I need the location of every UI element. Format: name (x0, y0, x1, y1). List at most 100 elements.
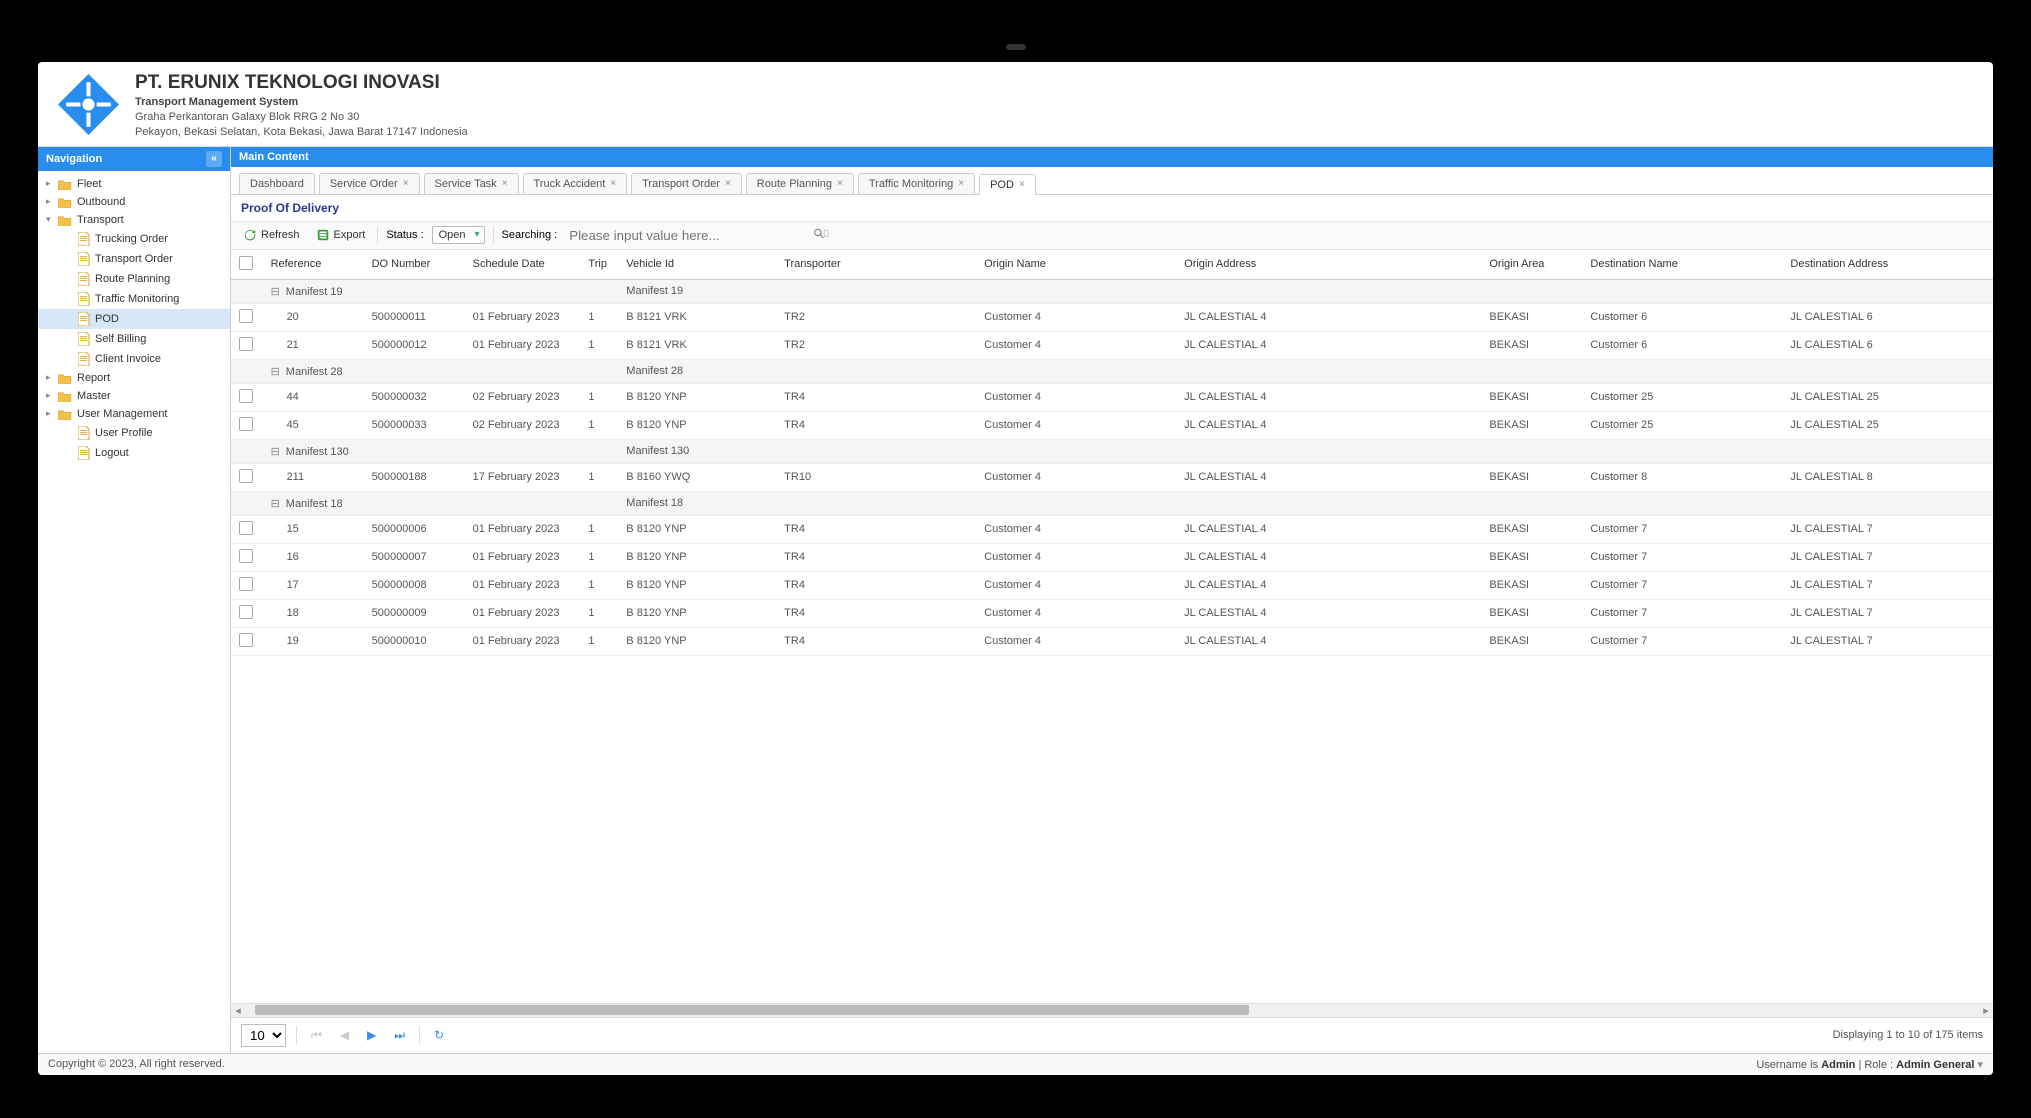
refresh-label: Refresh (261, 229, 300, 241)
column-header[interactable]: Origin Name (976, 250, 1176, 280)
tab-close-icon[interactable]: × (958, 178, 964, 189)
nav-item-fleet[interactable]: ▸Fleet (38, 175, 230, 193)
column-header[interactable]: Transporter (776, 250, 976, 280)
table-row[interactable]: 1550000000601 February 20231B 8120 YNPTR… (231, 515, 1993, 543)
row-checkbox[interactable] (239, 549, 253, 563)
tab-pod[interactable]: POD× (979, 174, 1036, 195)
nav-title: Navigation (46, 153, 102, 165)
footer-dropdown-icon[interactable]: ▾ (1977, 1059, 1983, 1071)
column-header[interactable]: DO Number (364, 250, 465, 280)
tab-dashboard[interactable]: Dashboard (239, 173, 315, 194)
address-line-2: Pekayon, Bekasi Selatan, Kota Bekasi, Ja… (135, 126, 468, 138)
pager-next-button[interactable]: ▶ (363, 1028, 380, 1042)
column-header[interactable]: Reference (263, 250, 364, 280)
select-all-checkbox[interactable] (239, 256, 253, 270)
refresh-button[interactable]: Refresh (239, 226, 304, 244)
column-header[interactable]: Destination Name (1582, 250, 1782, 280)
column-header[interactable]: Origin Area (1481, 250, 1582, 280)
nav-item-transport-order[interactable]: Transport Order (38, 249, 230, 269)
column-header[interactable]: Destination Address (1782, 250, 1993, 280)
nav-item-user-profile[interactable]: User Profile (38, 423, 230, 443)
scroll-left-arrow[interactable]: ◂ (231, 1004, 245, 1017)
group-row[interactable]: ⊟Manifest 19Manifest 19 (231, 279, 1993, 303)
row-checkbox[interactable] (239, 417, 253, 431)
expander-icon[interactable]: ▸ (46, 372, 56, 383)
tab-service-task[interactable]: Service Task× (424, 173, 519, 194)
column-header[interactable]: Origin Address (1176, 250, 1481, 280)
row-checkbox[interactable] (239, 337, 253, 351)
nav-item-route-planning[interactable]: Route Planning (38, 269, 230, 289)
tab-close-icon[interactable]: × (725, 178, 731, 189)
row-checkbox[interactable] (239, 577, 253, 591)
group-collapse-icon[interactable]: ⊟ (271, 498, 280, 510)
expander-icon[interactable]: ▸ (46, 408, 56, 419)
column-header[interactable]: Trip (580, 250, 618, 280)
tab-close-icon[interactable]: × (1019, 179, 1025, 190)
tab-close-icon[interactable]: × (837, 178, 843, 189)
group-row[interactable]: ⊟Manifest 28Manifest 28 (231, 359, 1993, 383)
nav-item-self-billing[interactable]: Self Billing (38, 329, 230, 349)
search-input[interactable] (565, 226, 805, 245)
scroll-right-arrow[interactable]: ▸ (1979, 1004, 1993, 1017)
nav-item-user-management[interactable]: ▸User Management (38, 405, 230, 423)
group-row[interactable]: ⊟Manifest 18Manifest 18 (231, 491, 1993, 515)
column-header[interactable]: Schedule Date (465, 250, 581, 280)
table-row[interactable]: 2150000001201 February 20231B 8121 VRKTR… (231, 331, 1993, 359)
nav-item-outbound[interactable]: ▸Outbound (38, 193, 230, 211)
search-icon[interactable] (813, 227, 829, 244)
expander-icon[interactable]: ▸ (46, 196, 56, 207)
expander-icon[interactable]: ▸ (46, 178, 56, 189)
row-checkbox[interactable] (239, 605, 253, 619)
username: Admin (1821, 1059, 1855, 1071)
pager-refresh-button[interactable]: ↻ (430, 1028, 448, 1042)
expander-icon[interactable]: ▸ (46, 390, 56, 401)
table-row[interactable]: 1650000000701 February 20231B 8120 YNPTR… (231, 543, 1993, 571)
nav-item-label: Route Planning (95, 273, 170, 285)
tab-close-icon[interactable]: × (403, 178, 409, 189)
pager-last-button[interactable]: ⏭ (390, 1028, 409, 1043)
scroll-thumb[interactable] (255, 1005, 1249, 1015)
row-checkbox[interactable] (239, 389, 253, 403)
row-checkbox[interactable] (239, 521, 253, 535)
tab-truck-accident[interactable]: Truck Accident× (523, 173, 628, 194)
expander-icon[interactable]: ▾ (46, 214, 56, 225)
table-row[interactable]: 4450000003202 February 20231B 8120 YNPTR… (231, 383, 1993, 411)
tab-service-order[interactable]: Service Order× (319, 173, 420, 194)
group-collapse-icon[interactable]: ⊟ (271, 446, 280, 458)
nav-item-pod[interactable]: POD (38, 309, 230, 329)
nav-item-trucking-order[interactable]: Trucking Order (38, 229, 230, 249)
page-size-select[interactable]: 10 (241, 1024, 286, 1047)
export-button[interactable]: Export (312, 226, 370, 244)
nav-item-master[interactable]: ▸Master (38, 387, 230, 405)
nav-item-traffic-monitoring[interactable]: Traffic Monitoring (38, 289, 230, 309)
group-row[interactable]: ⊟Manifest 130Manifest 130 (231, 439, 1993, 463)
tab-close-icon[interactable]: × (502, 178, 508, 189)
table-row[interactable]: 1850000000901 February 20231B 8120 YNPTR… (231, 599, 1993, 627)
status-select[interactable]: Open (432, 226, 485, 244)
nav-item-report[interactable]: ▸Report (38, 369, 230, 387)
tab-close-icon[interactable]: × (610, 178, 616, 189)
group-collapse-icon[interactable]: ⊟ (271, 366, 280, 378)
table-row[interactable]: 4550000003302 February 20231B 8120 YNPTR… (231, 411, 1993, 439)
table-row[interactable]: 1950000001001 February 20231B 8120 YNPTR… (231, 627, 1993, 655)
nav-item-logout[interactable]: Logout (38, 443, 230, 463)
horizontal-scrollbar[interactable]: ◂ ▸ (231, 1003, 1993, 1017)
column-header[interactable] (231, 250, 263, 280)
column-header[interactable]: Vehicle Id (618, 250, 776, 280)
tab-traffic-monitoring[interactable]: Traffic Monitoring× (858, 173, 975, 194)
table-row[interactable]: 2050000001101 February 20231B 8121 VRKTR… (231, 303, 1993, 331)
row-checkbox[interactable] (239, 309, 253, 323)
table-row[interactable]: 21150000018817 February 20231B 8160 YWQT… (231, 463, 1993, 491)
table-row[interactable]: 1750000000801 February 20231B 8120 YNPTR… (231, 571, 1993, 599)
nav-item-client-invoice[interactable]: Client Invoice (38, 349, 230, 369)
row-checkbox[interactable] (239, 469, 253, 483)
tab-transport-order[interactable]: Transport Order× (631, 173, 742, 194)
pager-prev-button[interactable]: ◀ (336, 1028, 353, 1042)
scroll-track[interactable] (255, 1004, 1969, 1016)
row-checkbox[interactable] (239, 633, 253, 647)
tab-route-planning[interactable]: Route Planning× (746, 173, 854, 194)
nav-item-transport[interactable]: ▾Transport (38, 211, 230, 229)
pager-first-button[interactable]: ⏮ (307, 1028, 326, 1043)
nav-collapse-button[interactable]: « (206, 151, 222, 167)
group-collapse-icon[interactable]: ⊟ (271, 286, 280, 298)
